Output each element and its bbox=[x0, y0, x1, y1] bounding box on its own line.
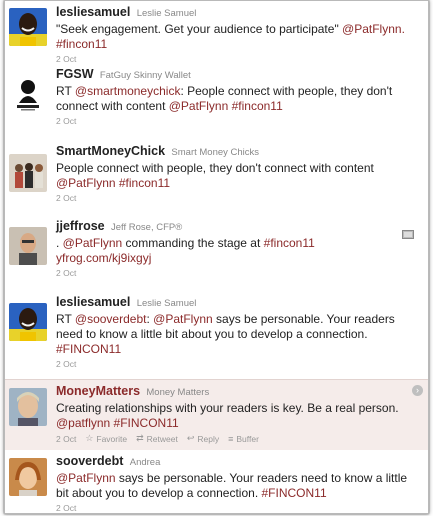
tweet-item[interactable]: lesliesamuel Leslie Samuel RT @sooverdeb… bbox=[5, 291, 428, 380]
mention-link[interactable]: @PatFlynn bbox=[153, 312, 213, 326]
url-link[interactable]: yfrog.com/kj9ixgyj bbox=[56, 251, 151, 265]
tweet-text-segment: People connect with people, they don't c… bbox=[56, 161, 374, 175]
timestamp[interactable]: 2 Oct bbox=[56, 268, 418, 278]
star-icon: ☆ bbox=[85, 433, 94, 443]
reply-button[interactable]: ↩ Reply bbox=[187, 433, 219, 444]
mention-link[interactable]: @PatFlynn. bbox=[339, 22, 405, 36]
tweet-text-segment: RT bbox=[56, 84, 75, 98]
tweet-text: "Seek engagement. Get your audience to p… bbox=[56, 22, 418, 52]
mention-link[interactable]: @patflynn bbox=[56, 416, 110, 430]
tweet-text-segment: RT bbox=[56, 312, 75, 326]
mention-link[interactable]: @sooverdebt bbox=[75, 312, 147, 326]
buffer-button[interactable]: ≡ Buffer bbox=[228, 434, 259, 444]
tweet-text: . @PatFlynn commanding the stage at #fin… bbox=[56, 236, 418, 266]
display-name: Leslie Samuel bbox=[136, 8, 197, 19]
avatar[interactable] bbox=[9, 75, 47, 113]
username[interactable]: sooverdebt bbox=[56, 454, 123, 468]
favorite-button[interactable]: ☆ Favorite bbox=[85, 433, 127, 444]
mention-link[interactable]: @PatFlynn bbox=[56, 176, 116, 190]
tweet-text-segment: "Seek engagement. Get your audience to p… bbox=[56, 22, 339, 36]
tweet-text: RT @smartmoneychick: People connect with… bbox=[56, 84, 418, 114]
tweet-text-segment: . bbox=[56, 236, 63, 250]
reply-label: Reply bbox=[197, 433, 220, 444]
tweet-item[interactable]: SmartMoneyChick Smart Money Chicks Peopl… bbox=[5, 140, 428, 216]
retweet-button[interactable]: ⇄ Retweet bbox=[136, 433, 178, 444]
tweet-timeline: lesliesamuel Leslie Samuel "Seek engagem… bbox=[4, 0, 429, 514]
display-name: FatGuy Skinny Wallet bbox=[99, 70, 191, 81]
avatar[interactable] bbox=[9, 227, 47, 265]
tweet-text-segment: commanding the stage at bbox=[122, 236, 264, 250]
reply-icon: ↩ bbox=[186, 433, 195, 443]
avatar[interactable] bbox=[9, 8, 47, 46]
username[interactable]: lesliesamuel bbox=[56, 295, 130, 309]
display-name: Smart Money Chicks bbox=[171, 147, 260, 158]
buffer-icon: ≡ bbox=[228, 433, 234, 444]
mention-link[interactable]: @PatFlynn bbox=[63, 236, 123, 250]
display-name: Money Matters bbox=[146, 387, 210, 398]
hashtag-link[interactable]: #FINCON11 bbox=[56, 342, 121, 356]
tweet-text-segment: Creating relationships with your readers… bbox=[56, 401, 399, 415]
hashtag-link[interactable]: #fincon11 bbox=[264, 236, 315, 250]
display-name: Leslie Samuel bbox=[136, 298, 197, 309]
avatar[interactable] bbox=[9, 154, 47, 192]
hashtag-link[interactable]: #fincon11 bbox=[228, 99, 283, 113]
mention-link[interactable]: @PatFlynn bbox=[169, 99, 229, 113]
tweet-item[interactable]: lesliesamuel Leslie Samuel "Seek engagem… bbox=[5, 1, 428, 64]
hashtag-link[interactable]: #FINCON11 bbox=[110, 416, 179, 430]
timestamp[interactable]: 2 Oct bbox=[56, 359, 418, 369]
avatar[interactable] bbox=[9, 388, 47, 426]
tweet-item-selected[interactable]: › MoneyMatters Money Matters Creating re… bbox=[5, 379, 428, 451]
favorite-label: Favorite bbox=[96, 433, 128, 444]
hashtag-link[interactable]: #fincon11 bbox=[116, 176, 170, 190]
mention-link[interactable]: @smartmoneychick bbox=[75, 84, 181, 98]
username[interactable]: FGSW bbox=[56, 67, 94, 81]
display-name: Andrea bbox=[129, 457, 161, 468]
tweet-item[interactable]: sooverdebt Andrea @PatFlynn says be pers… bbox=[5, 450, 428, 513]
tweet-item[interactable]: FGSW FatGuy Skinny Wallet RT @smartmoney… bbox=[5, 63, 428, 141]
username[interactable]: MoneyMatters bbox=[56, 384, 140, 398]
avatar[interactable] bbox=[9, 458, 47, 496]
tweet-text: Creating relationships with your readers… bbox=[56, 401, 418, 431]
tweet-text: @PatFlynn says be personable. Your reade… bbox=[56, 471, 418, 501]
retweet-label: Retweet bbox=[146, 433, 178, 444]
timestamp[interactable]: 2 Oct bbox=[56, 116, 418, 126]
hashtag-link[interactable]: #FINCON11 bbox=[261, 486, 326, 500]
mention-link[interactable]: @PatFlynn bbox=[56, 471, 116, 485]
display-name: Jeff Rose, CFP® bbox=[110, 222, 183, 233]
tweet-text: RT @sooverdebt: @PatFlynn says be person… bbox=[56, 312, 418, 357]
username[interactable]: jjeffrose bbox=[56, 219, 105, 233]
tweet-item[interactable]: jjeffrose Jeff Rose, CFP® . @PatFlynn co… bbox=[5, 215, 428, 292]
timestamp[interactable]: 2 Oct bbox=[56, 434, 76, 444]
hashtag-link[interactable]: #fincon11 bbox=[56, 37, 107, 51]
avatar[interactable] bbox=[9, 303, 47, 341]
username[interactable]: SmartMoneyChick bbox=[56, 144, 165, 158]
timestamp[interactable]: 2 Oct bbox=[56, 193, 418, 203]
tweet-text: People connect with people, they don't c… bbox=[56, 161, 418, 191]
retweet-icon: ⇄ bbox=[136, 433, 144, 443]
timestamp[interactable]: 2 Oct bbox=[56, 503, 418, 513]
username[interactable]: lesliesamuel bbox=[56, 5, 130, 19]
tweet-actions: 2 Oct ☆ Favorite ⇄ Retweet ↩ Reply ≡ Buffer bbox=[56, 433, 418, 444]
buffer-label: Buffer bbox=[236, 433, 259, 444]
